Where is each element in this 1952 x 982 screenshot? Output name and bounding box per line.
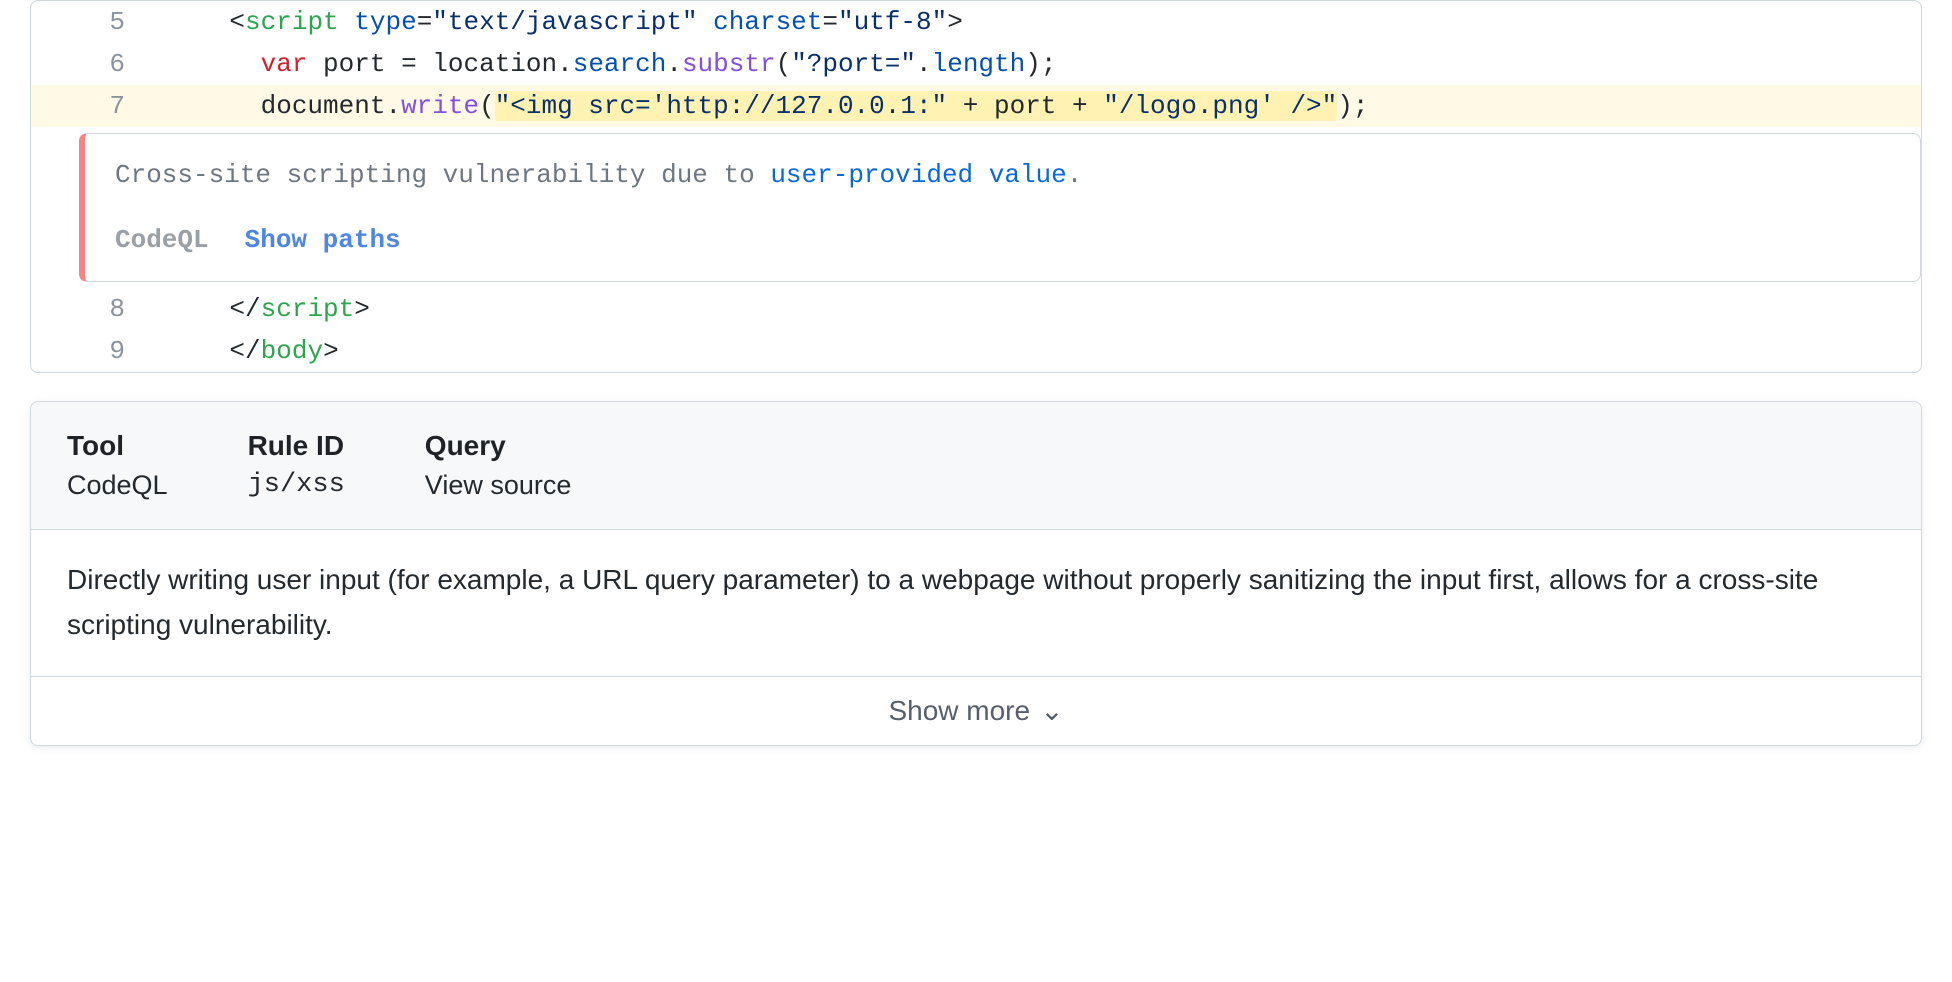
code-content: <script type="text/javascript" charset="… xyxy=(151,1,1921,43)
code-viewer: 5 <script type="text/javascript" charset… xyxy=(30,0,1922,373)
code-content: </script> xyxy=(151,288,1921,330)
alert-details-panel: Tool CodeQL Rule ID js/xss Query View so… xyxy=(30,401,1922,746)
show-more-button[interactable]: Show more ⌄ xyxy=(31,677,1921,745)
code-line-highlighted: 7 document.write("<img src='http://127.0… xyxy=(31,85,1921,127)
line-number: 7 xyxy=(31,85,151,127)
details-tool-column: Tool CodeQL xyxy=(67,430,168,501)
rule-label: Rule ID xyxy=(248,430,345,462)
code-alert-annotation: Cross-site scripting vulnerability due t… xyxy=(79,133,1921,282)
code-line: 8 </script> xyxy=(31,288,1921,330)
details-query-column: Query View source xyxy=(425,430,572,501)
code-line: 5 <script type="text/javascript" charset… xyxy=(31,1,1921,43)
code-content: document.write("<img src='http://127.0.0… xyxy=(151,85,1921,127)
line-number: 5 xyxy=(31,1,151,43)
show-paths-link[interactable]: Show paths xyxy=(245,225,401,255)
tool-label: Tool xyxy=(67,430,168,462)
alert-message: Cross-site scripting vulnerability due t… xyxy=(115,156,1890,195)
details-rule-column: Rule ID js/xss xyxy=(248,430,345,501)
chevron-down-icon: ⌄ xyxy=(1040,697,1063,725)
line-number: 6 xyxy=(31,43,151,85)
alert-tool-label: CodeQL xyxy=(115,225,209,255)
view-source-link[interactable]: View source xyxy=(425,470,572,501)
code-content: </body> xyxy=(151,330,1921,372)
alert-source-link[interactable]: user-provided value xyxy=(770,160,1066,190)
details-header: Tool CodeQL Rule ID js/xss Query View so… xyxy=(31,402,1921,530)
tool-value: CodeQL xyxy=(67,470,168,501)
code-content: var port = location.search.substr("?port… xyxy=(151,43,1921,85)
code-line: 6 var port = location.search.substr("?po… xyxy=(31,43,1921,85)
query-label: Query xyxy=(425,430,572,462)
line-number: 8 xyxy=(31,288,151,330)
details-description: Directly writing user input (for example… xyxy=(31,530,1921,677)
rule-value: js/xss xyxy=(248,470,345,500)
line-number: 9 xyxy=(31,330,151,372)
code-line: 9 </body> xyxy=(31,330,1921,372)
show-more-label: Show more xyxy=(888,695,1030,727)
